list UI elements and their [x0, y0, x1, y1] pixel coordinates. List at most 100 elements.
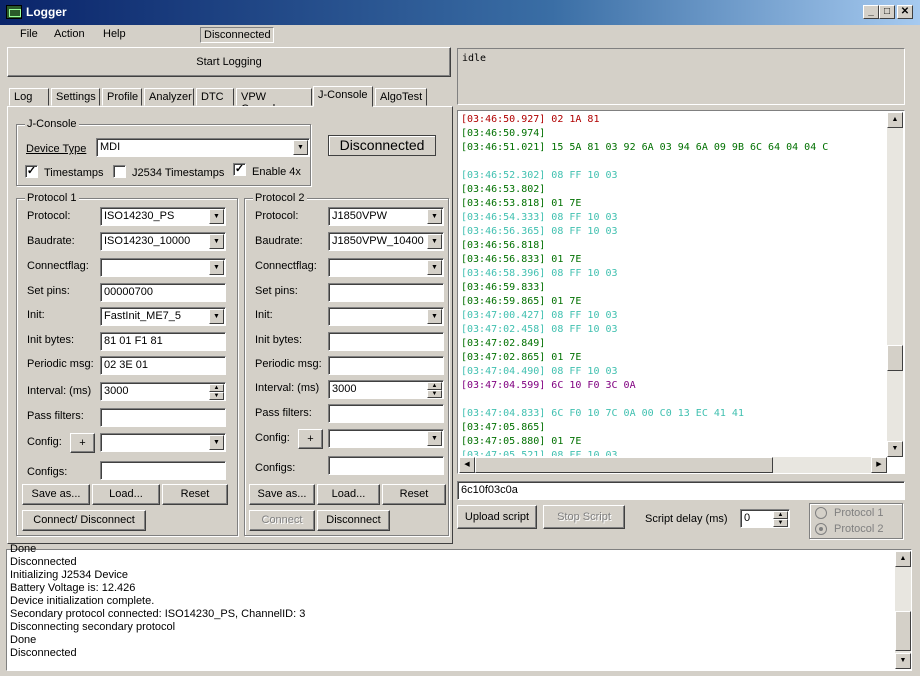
p2-connect-button[interactable]: Connect	[249, 510, 315, 531]
p1-reset-button[interactable]: Reset	[162, 484, 228, 505]
scroll-left-icon[interactable]: ◀	[459, 457, 475, 473]
log-output[interactable]: Done Disconnected Initializing J2534 Devic…	[6, 543, 912, 671]
p2-reset-button[interactable]: Reset	[382, 484, 446, 505]
spin-down-icon[interactable]: ▼	[209, 392, 224, 400]
p2-setpins-input[interactable]	[328, 283, 444, 302]
p2-init-select[interactable]: ▼	[328, 307, 444, 326]
p1-protocol-select[interactable]: ISO14230_PS ▼	[100, 207, 226, 226]
p1-connect-disconnect-button[interactable]: Connect/ Disconnect	[22, 510, 146, 531]
tab-vpw-console[interactable]: VPW Console	[236, 88, 312, 115]
console-scroll-thumb[interactable]	[887, 345, 903, 371]
spin-up-icon[interactable]: ▲	[773, 511, 788, 519]
console-line: [03:46:56.833] 01 7E	[461, 254, 582, 265]
p2-interval-label: Interval: (ms)	[255, 382, 320, 394]
console-output[interactable]: [03:46:50.927] 02 1A 81 [03:46:50.974] [03…	[457, 110, 905, 474]
log-vscrollbar[interactable]: ▲ ▼	[895, 551, 911, 669]
script-delay-spinner[interactable]: 0 ▲ ▼	[740, 509, 790, 528]
console-hscrollbar[interactable]: ◀ ▶	[459, 457, 887, 473]
title-bar: Logger _ □ ✕	[0, 0, 920, 25]
log-line: Disconnected	[10, 556, 77, 568]
p1-periodic-input[interactable]: 02 3E 01	[100, 356, 226, 375]
spin-down-icon[interactable]: ▼	[773, 519, 788, 527]
log-line: Disconnecting secondary protocol	[10, 621, 176, 633]
chevron-down-icon: ▼	[427, 431, 442, 446]
p2-config-select[interactable]: ▼	[328, 429, 444, 448]
p2-baudrate-select[interactable]: J1850VPW_10400 ▼	[328, 232, 444, 251]
p2-load-button[interactable]: Load...	[317, 484, 380, 505]
connection-status: Disconnected	[200, 27, 274, 43]
maximize-button[interactable]: □	[879, 5, 895, 19]
menu-action[interactable]: Action	[54, 28, 85, 40]
stop-script-button[interactable]: Stop Script	[543, 505, 625, 529]
tab-profile[interactable]: Profile	[102, 88, 142, 106]
chevron-down-icon: ▼	[293, 140, 308, 155]
timestamps-checkbox[interactable]: ✓	[25, 165, 38, 178]
tab-settings[interactable]: Settings	[51, 88, 100, 106]
p1-config-select[interactable]: ▼	[100, 433, 226, 452]
p2-periodic-input[interactable]	[328, 356, 444, 375]
protocol1-radio-label: Protocol 1	[834, 507, 884, 519]
p1-baudrate-select[interactable]: ISO14230_10000 ▼	[100, 232, 226, 251]
tab-j-console[interactable]: J-Console	[313, 86, 373, 107]
p2-interval-spinner[interactable]: 3000 ▲ ▼	[328, 380, 444, 399]
j2534-timestamps-checkbox[interactable]	[113, 165, 126, 178]
p2-disconnect-button[interactable]: Disconnect	[317, 510, 390, 531]
command-input[interactable]: 6c10f03c0a	[457, 481, 905, 500]
p1-save-as-button[interactable]: Save as...	[22, 484, 90, 505]
device-type-select[interactable]: MDI ▼	[96, 138, 310, 157]
p1-init-select[interactable]: FastInit_ME7_5 ▼	[100, 307, 226, 326]
console-hscroll-thumb[interactable]	[475, 457, 773, 473]
tab-analyzer[interactable]: Analyzer	[144, 88, 194, 106]
p1-initbytes-input[interactable]: 81 01 F1 81	[100, 332, 226, 351]
menu-help[interactable]: Help	[103, 28, 126, 40]
p2-configs-input[interactable]	[328, 456, 444, 475]
spin-down-icon[interactable]: ▼	[427, 390, 442, 398]
p1-config-add-button[interactable]: +	[70, 433, 95, 453]
console-vscrollbar[interactable]: ▲ ▼	[887, 112, 903, 457]
script-delay-label: Script delay (ms)	[645, 513, 728, 525]
p1-connectflag-select[interactable]: ▼	[100, 258, 226, 277]
spin-up-icon[interactable]: ▲	[209, 384, 224, 392]
scroll-down-icon[interactable]: ▼	[895, 653, 911, 669]
chevron-down-icon: ▼	[209, 234, 224, 249]
console-line: [03:47:05.865]	[461, 422, 546, 433]
tab-algotest[interactable]: AlgoTest	[375, 88, 427, 106]
p2-initbytes-input[interactable]	[328, 332, 444, 351]
spin-up-icon[interactable]: ▲	[427, 382, 442, 390]
p1-connectflag-label: Connectflag:	[27, 260, 89, 272]
p1-baudrate-label: Baudrate:	[27, 235, 75, 247]
protocol2-radio-label: Protocol 2	[834, 523, 884, 535]
log-scroll-thumb[interactable]	[895, 611, 911, 651]
start-logging-button[interactable]: Start Logging	[7, 47, 451, 77]
scroll-up-icon[interactable]: ▲	[887, 112, 903, 128]
log-line: Done	[10, 543, 37, 555]
p1-setpins-input[interactable]: 00000700	[100, 283, 226, 302]
protocol2-radio[interactable]	[815, 523, 827, 535]
close-button[interactable]: ✕	[897, 5, 913, 19]
p2-config-add-button[interactable]: +	[298, 429, 323, 449]
upload-script-button[interactable]: Upload script	[457, 505, 537, 529]
p2-save-as-button[interactable]: Save as...	[249, 484, 315, 505]
protocol1-radio[interactable]	[815, 507, 827, 519]
scroll-right-icon[interactable]: ▶	[871, 457, 887, 473]
scroll-up-icon[interactable]: ▲	[895, 551, 911, 567]
p1-passfilters-label: Pass filters:	[27, 410, 84, 422]
minimize-button[interactable]: _	[863, 5, 879, 19]
enable4x-checkbox[interactable]: ✓	[233, 163, 246, 176]
p2-baudrate-label: Baudrate:	[255, 235, 303, 247]
console-line: [03:46:59.865] 01 7E	[461, 296, 582, 307]
script-status-box: idle	[457, 48, 905, 105]
p1-configs-input[interactable]	[100, 461, 226, 480]
console-line: [03:46:50.974]	[461, 128, 546, 139]
p1-load-button[interactable]: Load...	[92, 484, 160, 505]
scroll-down-icon[interactable]: ▼	[887, 441, 903, 457]
p1-passfilters-input[interactable]	[100, 408, 226, 427]
p2-passfilters-input[interactable]	[328, 404, 444, 423]
tab-dtc[interactable]: DTC	[196, 88, 234, 106]
p1-interval-spinner[interactable]: 3000 ▲ ▼	[100, 382, 226, 401]
p2-connectflag-select[interactable]: ▼	[328, 258, 444, 277]
menu-file[interactable]: File	[20, 28, 38, 40]
p2-protocol-select[interactable]: J1850VPW ▼	[328, 207, 444, 226]
tab-log[interactable]: Log	[9, 88, 49, 106]
p1-initbytes-label: Init bytes:	[27, 334, 75, 346]
